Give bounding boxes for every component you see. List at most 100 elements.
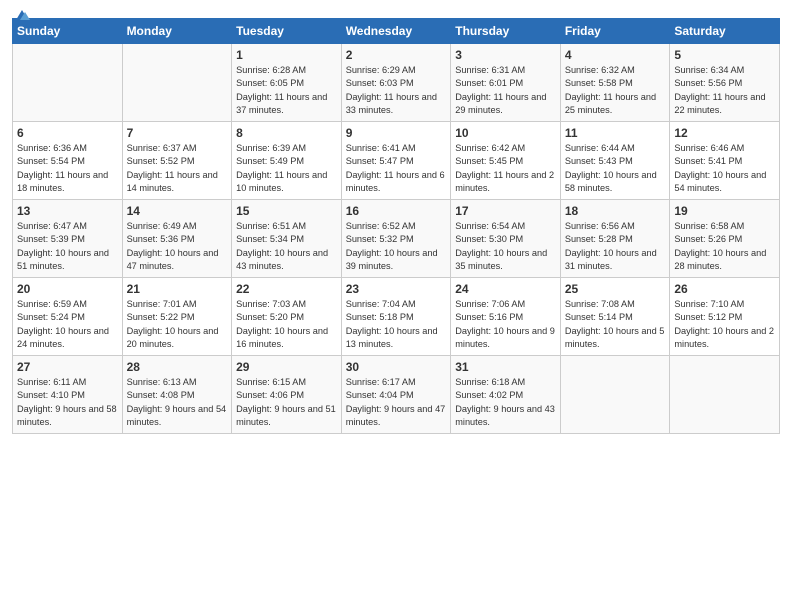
day-info: Sunrise: 6:15 AM Sunset: 4:06 PM Dayligh…: [236, 376, 337, 429]
day-info: Sunrise: 7:03 AM Sunset: 5:20 PM Dayligh…: [236, 298, 337, 351]
day-info: Sunrise: 6:29 AM Sunset: 6:03 PM Dayligh…: [346, 64, 447, 117]
calendar-week-3: 13 Sunrise: 6:47 AM Sunset: 5:39 PM Dayli…: [13, 200, 780, 278]
calendar-week-5: 27 Sunrise: 6:11 AM Sunset: 4:10 PM Dayli…: [13, 356, 780, 434]
calendar-cell-3-2: 14Sunrise: 6:49 AM Sunset: 5:36 PM Dayli…: [122, 200, 232, 278]
day-info: Sunrise: 6:44 AM Sunset: 5:43 PM Dayligh…: [565, 142, 666, 195]
calendar-cell-4-2: 21Sunrise: 7:01 AM Sunset: 5:22 PM Dayli…: [122, 278, 232, 356]
day-number: 2: [346, 48, 447, 62]
calendar-cell-5-3: 29 Sunrise: 6:15 AM Sunset: 4:06 PM Dayli…: [232, 356, 342, 434]
day-number: 28: [127, 360, 228, 374]
calendar-cell-3-7: 19 Sunrise: 6:58 AM Sunset: 5:26 PM Dayli…: [670, 200, 780, 278]
calendar-cell-3-6: 18 Sunrise: 6:56 AM Sunset: 5:28 PM Dayli…: [560, 200, 670, 278]
calendar-week-1: 1 Sunrise: 6:28 AM Sunset: 6:05 PM Daylig…: [13, 44, 780, 122]
day-info: Sunrise: 7:10 AM Sunset: 5:12 PM Dayligh…: [674, 298, 775, 351]
day-number: 16: [346, 204, 447, 218]
day-info: Sunrise: 6:42 AM Sunset: 5:45 PM Dayligh…: [455, 142, 556, 195]
day-number: 4: [565, 48, 666, 62]
day-number: 17: [455, 204, 556, 218]
day-number: 1: [236, 48, 337, 62]
day-number: 24: [455, 282, 556, 296]
day-info: Sunrise: 6:32 AM Sunset: 5:58 PM Dayligh…: [565, 64, 666, 117]
day-number: 19: [674, 204, 775, 218]
day-info: Sunrise: 6:34 AM Sunset: 5:56 PM Dayligh…: [674, 64, 775, 117]
day-number: 12: [674, 126, 775, 140]
day-number: 26: [674, 282, 775, 296]
calendar-dow-saturday: Saturday: [670, 19, 780, 44]
calendar-cell-1-5: 3 Sunrise: 6:31 AM Sunset: 6:01 PM Daylig…: [451, 44, 561, 122]
day-info: Sunrise: 6:47 AM Sunset: 5:39 PM Dayligh…: [17, 220, 118, 273]
day-info: Sunrise: 6:37 AM Sunset: 5:52 PM Dayligh…: [127, 142, 228, 195]
calendar-dow-friday: Friday: [560, 19, 670, 44]
day-info: Sunrise: 7:08 AM Sunset: 5:14 PM Dayligh…: [565, 298, 666, 351]
calendar-cell-4-1: 20 Sunrise: 6:59 AM Sunset: 5:24 PM Dayli…: [13, 278, 123, 356]
calendar-table: SundayMondayTuesdayWednesdayThursdayFrid…: [12, 18, 780, 434]
day-number: 3: [455, 48, 556, 62]
day-number: 27: [17, 360, 118, 374]
day-number: 13: [17, 204, 118, 218]
day-info: Sunrise: 6:36 AM Sunset: 5:54 PM Dayligh…: [17, 142, 118, 195]
calendar-cell-3-1: 13 Sunrise: 6:47 AM Sunset: 5:39 PM Dayli…: [13, 200, 123, 278]
calendar-cell-2-5: 10 Sunrise: 6:42 AM Sunset: 5:45 PM Dayli…: [451, 122, 561, 200]
calendar-cell-4-5: 24Sunrise: 7:06 AM Sunset: 5:16 PM Dayli…: [451, 278, 561, 356]
day-number: 25: [565, 282, 666, 296]
calendar-cell-5-6: [560, 356, 670, 434]
day-info: Sunrise: 6:13 AM Sunset: 4:08 PM Dayligh…: [127, 376, 228, 429]
calendar-cell-5-7: [670, 356, 780, 434]
day-info: Sunrise: 6:18 AM Sunset: 4:02 PM Dayligh…: [455, 376, 556, 429]
day-info: Sunrise: 6:41 AM Sunset: 5:47 PM Dayligh…: [346, 142, 447, 195]
day-info: Sunrise: 6:49 AM Sunset: 5:36 PM Dayligh…: [127, 220, 228, 273]
day-number: 20: [17, 282, 118, 296]
day-number: 5: [674, 48, 775, 62]
calendar-cell-5-2: 28 Sunrise: 6:13 AM Sunset: 4:08 PM Dayli…: [122, 356, 232, 434]
day-number: 9: [346, 126, 447, 140]
day-info: Sunrise: 6:28 AM Sunset: 6:05 PM Dayligh…: [236, 64, 337, 117]
day-info: Sunrise: 7:04 AM Sunset: 5:18 PM Dayligh…: [346, 298, 447, 351]
calendar-cell-1-6: 4 Sunrise: 6:32 AM Sunset: 5:58 PM Daylig…: [560, 44, 670, 122]
calendar-cell-3-4: 16 Sunrise: 6:52 AM Sunset: 5:32 PM Dayli…: [341, 200, 451, 278]
calendar-cell-2-6: 11 Sunrise: 6:44 AM Sunset: 5:43 PM Dayli…: [560, 122, 670, 200]
calendar-cell-2-2: 7 Sunrise: 6:37 AM Sunset: 5:52 PM Daylig…: [122, 122, 232, 200]
day-info: Sunrise: 6:51 AM Sunset: 5:34 PM Dayligh…: [236, 220, 337, 273]
day-info: Sunrise: 6:56 AM Sunset: 5:28 PM Dayligh…: [565, 220, 666, 273]
calendar-dow-tuesday: Tuesday: [232, 19, 342, 44]
day-number: 23: [346, 282, 447, 296]
day-number: 29: [236, 360, 337, 374]
calendar-cell-1-1: [13, 44, 123, 122]
calendar-cell-3-5: 17 Sunrise: 6:54 AM Sunset: 5:30 PM Dayli…: [451, 200, 561, 278]
calendar-cell-1-3: 1 Sunrise: 6:28 AM Sunset: 6:05 PM Daylig…: [232, 44, 342, 122]
calendar-cell-4-3: 22Sunrise: 7:03 AM Sunset: 5:20 PM Dayli…: [232, 278, 342, 356]
calendar-dow-thursday: Thursday: [451, 19, 561, 44]
calendar-cell-1-2: [122, 44, 232, 122]
calendar-cell-5-1: 27 Sunrise: 6:11 AM Sunset: 4:10 PM Dayli…: [13, 356, 123, 434]
day-info: Sunrise: 6:39 AM Sunset: 5:49 PM Dayligh…: [236, 142, 337, 195]
calendar-dow-monday: Monday: [122, 19, 232, 44]
day-number: 7: [127, 126, 228, 140]
day-info: Sunrise: 7:01 AM Sunset: 5:22 PM Dayligh…: [127, 298, 228, 351]
day-number: 8: [236, 126, 337, 140]
day-number: 10: [455, 126, 556, 140]
calendar-cell-2-7: 12Sunrise: 6:46 AM Sunset: 5:41 PM Dayli…: [670, 122, 780, 200]
calendar-cell-3-3: 15Sunrise: 6:51 AM Sunset: 5:34 PM Dayli…: [232, 200, 342, 278]
day-info: Sunrise: 6:58 AM Sunset: 5:26 PM Dayligh…: [674, 220, 775, 273]
day-info: Sunrise: 6:11 AM Sunset: 4:10 PM Dayligh…: [17, 376, 118, 429]
day-number: 31: [455, 360, 556, 374]
day-number: 6: [17, 126, 118, 140]
calendar-cell-4-4: 23 Sunrise: 7:04 AM Sunset: 5:18 PM Dayli…: [341, 278, 451, 356]
day-number: 11: [565, 126, 666, 140]
day-info: Sunrise: 6:31 AM Sunset: 6:01 PM Dayligh…: [455, 64, 556, 117]
calendar-cell-5-4: 30Sunrise: 6:17 AM Sunset: 4:04 PM Dayli…: [341, 356, 451, 434]
day-info: Sunrise: 6:54 AM Sunset: 5:30 PM Dayligh…: [455, 220, 556, 273]
calendar-cell-2-4: 9 Sunrise: 6:41 AM Sunset: 5:47 PM Daylig…: [341, 122, 451, 200]
day-info: Sunrise: 6:59 AM Sunset: 5:24 PM Dayligh…: [17, 298, 118, 351]
calendar-cell-1-4: 2 Sunrise: 6:29 AM Sunset: 6:03 PM Daylig…: [341, 44, 451, 122]
calendar-cell-2-3: 8 Sunrise: 6:39 AM Sunset: 5:49 PM Daylig…: [232, 122, 342, 200]
calendar-cell-5-5: 31 Sunrise: 6:18 AM Sunset: 4:02 PM Dayli…: [451, 356, 561, 434]
calendar-cell-1-7: 5 Sunrise: 6:34 AM Sunset: 5:56 PM Daylig…: [670, 44, 780, 122]
calendar-cell-2-1: 6 Sunrise: 6:36 AM Sunset: 5:54 PM Daylig…: [13, 122, 123, 200]
day-info: Sunrise: 6:52 AM Sunset: 5:32 PM Dayligh…: [346, 220, 447, 273]
calendar-dow-wednesday: Wednesday: [341, 19, 451, 44]
calendar-header-row: SundayMondayTuesdayWednesdayThursdayFrid…: [13, 19, 780, 44]
calendar-week-2: 6 Sunrise: 6:36 AM Sunset: 5:54 PM Daylig…: [13, 122, 780, 200]
calendar-cell-4-7: 26 Sunrise: 7:10 AM Sunset: 5:12 PM Dayli…: [670, 278, 780, 356]
day-number: 18: [565, 204, 666, 218]
